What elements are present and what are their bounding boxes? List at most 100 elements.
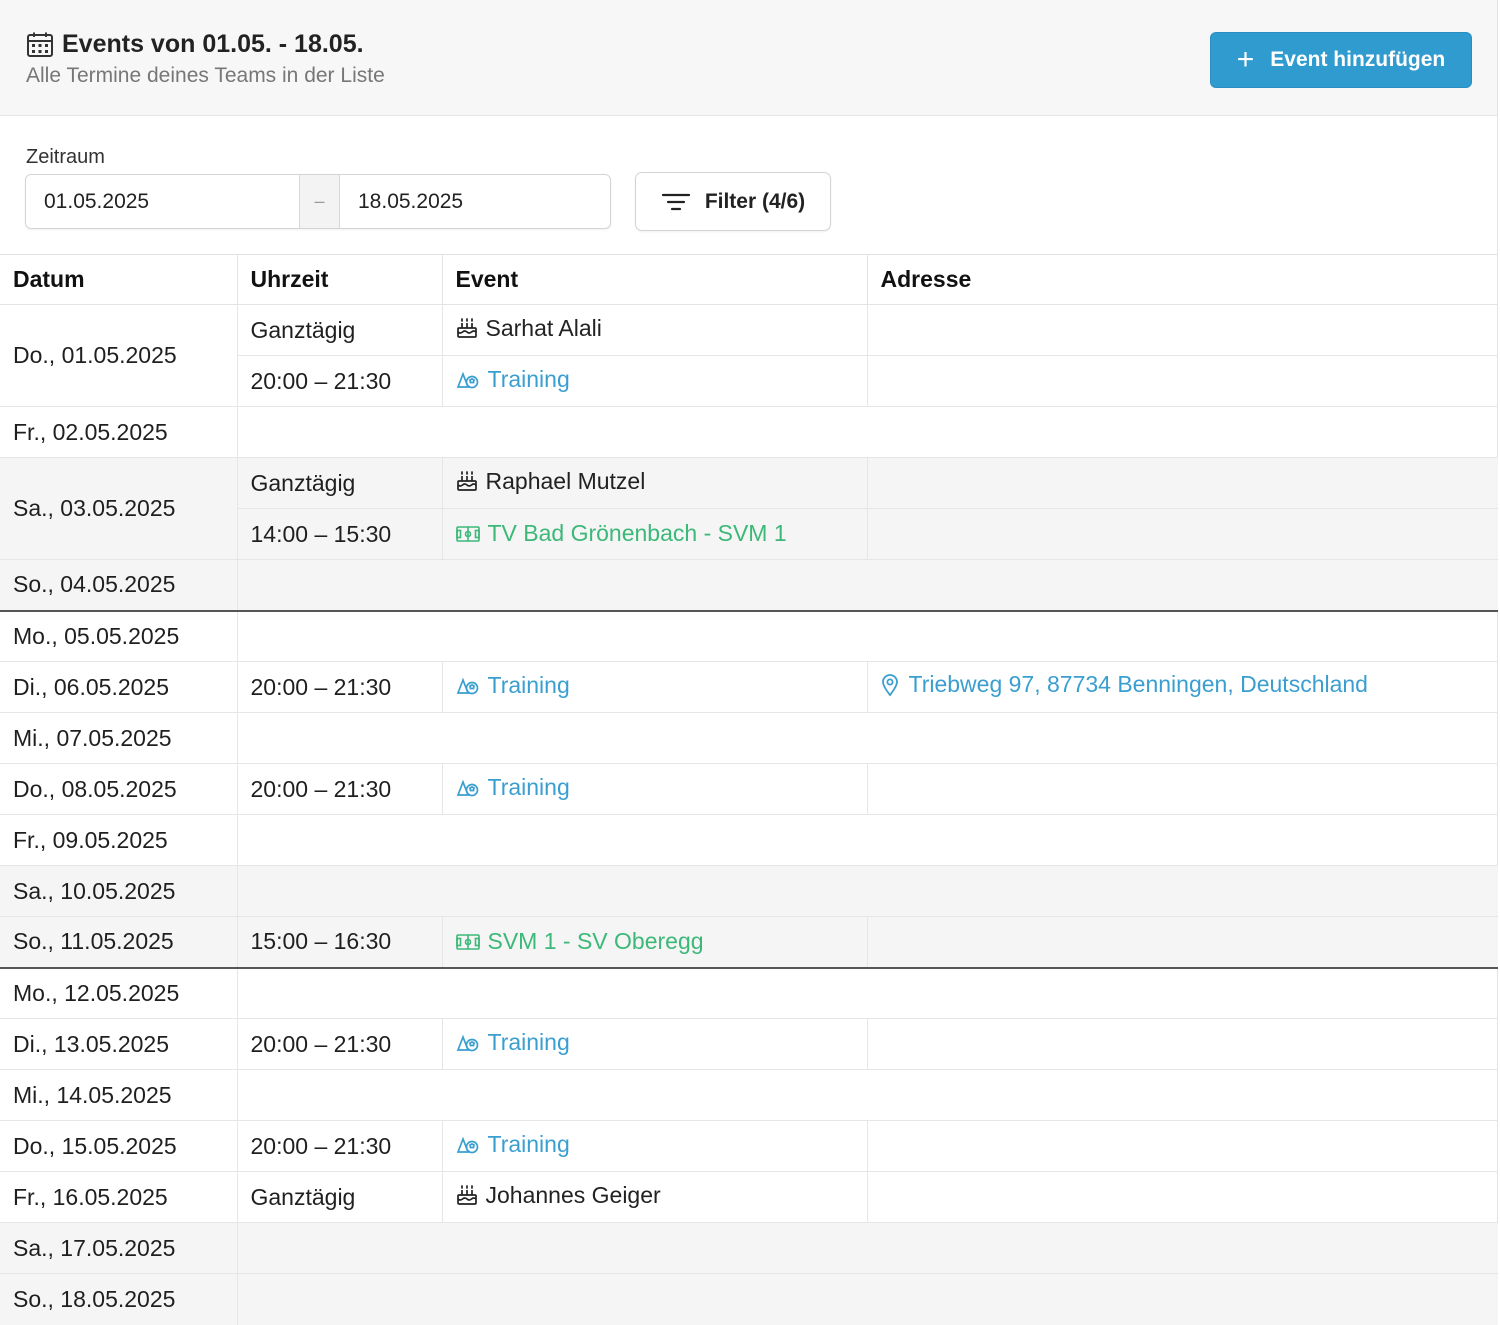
event-cell: Sarhat Alali: [442, 304, 868, 356]
date-cell: So., 11.05.2025: [0, 916, 238, 968]
date-cell: Sa., 17.05.2025: [0, 1222, 238, 1274]
date-cell: Sa., 10.05.2025: [0, 865, 238, 917]
event-title: Training: [487, 672, 570, 699]
address-cell: [867, 763, 1498, 815]
plus-icon: +: [1236, 43, 1255, 76]
ticket-icon: [455, 525, 488, 542]
date-cell: Fr., 16.05.2025: [0, 1171, 238, 1223]
empty-day-cell: [237, 814, 1498, 866]
empty-day-cell: [237, 609, 1498, 662]
table-row: Fr., 02.05.2025: [0, 406, 1498, 458]
calendar-icon: [26, 31, 54, 59]
event-cell: Training: [442, 1120, 868, 1172]
header-adresse[interactable]: Adresse: [867, 254, 1498, 305]
game-event-link[interactable]: TV Bad Grönenbach - SVM 1: [455, 520, 787, 547]
event-title: TV Bad Grönenbach - SVM 1: [487, 520, 787, 547]
event-title: Training: [487, 366, 570, 393]
birthday-event-link: Sarhat Alali: [456, 315, 602, 342]
page-header: Events von 01.05. - 18.05. Alle Termine …: [0, 0, 1497, 116]
table-row: So., 11.05.2025 15:00 – 16:30 SVM 1 - SV O…: [0, 916, 1498, 968]
training-event-link[interactable]: Training: [456, 1029, 570, 1056]
birthday-event-link: Raphael Mutzel: [456, 468, 645, 495]
address-link[interactable]: Triebweg 97, 87734 Benningen, Deutschlan…: [881, 671, 1368, 698]
date-cell: So., 18.05.2025: [0, 1273, 238, 1325]
page-title: Events von 01.05. - 18.05.: [62, 30, 364, 58]
date-cell: Sa., 03.05.2025: [0, 457, 238, 560]
filter-lines-icon: [661, 193, 690, 210]
table-row: So., 18.05.2025: [0, 1273, 1498, 1325]
game-event-link[interactable]: SVM 1 - SV Oberegg: [455, 928, 704, 955]
table-row: Do., 08.05.2025 20:00 – 21:30 Training: [0, 763, 1498, 815]
date-cell: Mi., 07.05.2025: [0, 712, 238, 764]
cake-icon: [456, 1184, 486, 1206]
events-table-body: Do., 01.05.2025 Ganztägig Sarhat Alali 20:0…: [0, 304, 1498, 1325]
address-cell: [867, 916, 1498, 968]
training-event-link[interactable]: Training: [456, 366, 570, 393]
table-row: Fr., 16.05.2025 Ganztägig Johannes Geiger: [0, 1171, 1498, 1223]
empty-day-cell: [237, 966, 1498, 1019]
training-event-link[interactable]: Training: [456, 1131, 570, 1158]
date-cell: Mi., 14.05.2025: [0, 1069, 238, 1121]
table-row: Di., 13.05.2025 20:00 – 21:30 Training: [0, 1018, 1498, 1070]
event-title: Training: [487, 1029, 570, 1056]
table-row: Mi., 14.05.2025: [0, 1069, 1498, 1121]
range-to-input[interactable]: 18.05.2025: [340, 175, 610, 228]
date-cell: Fr., 02.05.2025: [0, 406, 238, 458]
event-cell: Training: [442, 661, 868, 713]
time-cell: 20:00 – 21:30: [237, 1120, 443, 1172]
title-row: Events von 01.05. - 18.05.: [26, 30, 364, 59]
date-cell: Di., 06.05.2025: [0, 661, 238, 713]
ticket-icon: [455, 933, 488, 950]
date-cell: Mo., 05.05.2025: [0, 609, 238, 662]
header-event[interactable]: Event: [442, 254, 868, 305]
events-table: Datum Uhrzeit Event Adresse Do., 01.05.2…: [0, 254, 1498, 1325]
events-page: Events von 01.05. - 18.05. Alle Termine …: [0, 0, 1498, 1325]
event-title: SVM 1 - SV Oberegg: [487, 928, 704, 954]
date-cell: Do., 15.05.2025: [0, 1120, 238, 1172]
whistle-icon: [456, 370, 488, 390]
header-uhrzeit[interactable]: Uhrzeit: [237, 254, 443, 305]
table-row: Fr., 09.05.2025: [0, 814, 1498, 866]
date-range-picker: 01.05.2025 – 18.05.2025: [25, 174, 611, 229]
add-event-label: Event hinzufügen: [1270, 48, 1446, 71]
filter-button[interactable]: Filter (4/6): [635, 172, 831, 231]
event-cell: Training: [442, 1018, 868, 1070]
event-title: Training: [487, 1131, 570, 1158]
cake-icon: [456, 470, 486, 492]
training-event-link[interactable]: Training: [456, 672, 570, 699]
address-cell: [867, 457, 1498, 509]
cake-icon: [456, 317, 486, 339]
address-cell: [867, 355, 1498, 407]
add-event-button[interactable]: + Event hinzufügen: [1210, 32, 1472, 88]
date-cell: Do., 01.05.2025: [0, 304, 238, 407]
range-from-input[interactable]: 01.05.2025: [26, 175, 299, 228]
time-cell: Ganztägig: [237, 1171, 443, 1223]
address-cell: [867, 1018, 1498, 1070]
empty-day-cell: [237, 1222, 1498, 1274]
time-cell: 15:00 – 16:30: [237, 916, 443, 968]
page-subtitle: Alle Termine deines Teams in der Liste: [26, 64, 385, 87]
whistle-icon: [456, 676, 488, 696]
table-row: Mo., 12.05.2025: [0, 966, 1498, 1019]
time-cell: Ganztägig: [237, 304, 443, 356]
empty-day-cell: [237, 865, 1498, 917]
empty-day-cell: [237, 559, 1498, 611]
event-cell: Raphael Mutzel: [442, 457, 868, 509]
event-cell: SVM 1 - SV Oberegg: [442, 916, 868, 968]
time-cell: Ganztägig: [237, 457, 443, 509]
filter-label: Filter (4/6): [704, 189, 806, 213]
table-row: Di., 06.05.2025 20:00 – 21:30 Training Trie…: [0, 661, 1498, 713]
whistle-icon: [456, 778, 488, 798]
training-event-link[interactable]: Training: [456, 774, 570, 801]
table-row: Do., 15.05.2025 20:00 – 21:30 Training: [0, 1120, 1498, 1172]
empty-day-cell: [237, 1273, 1498, 1325]
address-cell: [867, 1120, 1498, 1172]
address-cell: [867, 1171, 1498, 1223]
range-label: Zeitraum: [26, 146, 105, 168]
table-row: So., 04.05.2025: [0, 559, 1498, 611]
header-datum[interactable]: Datum: [0, 254, 238, 305]
event-title: Sarhat Alali: [485, 314, 602, 341]
event-title: Johannes Geiger: [485, 1181, 661, 1208]
time-cell: 20:00 – 21:30: [237, 1018, 443, 1070]
date-cell: Di., 13.05.2025: [0, 1018, 238, 1070]
